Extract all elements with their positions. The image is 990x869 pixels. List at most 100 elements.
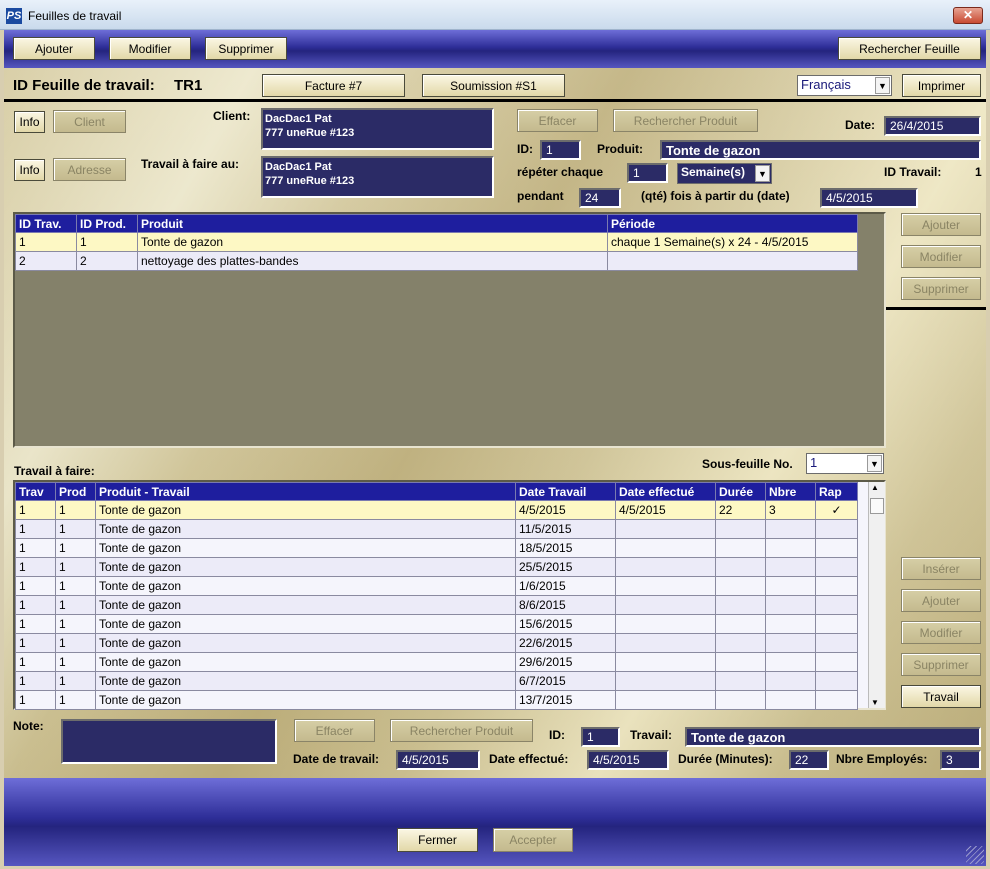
search-sheet-button[interactable]: Rechercher Feuille	[838, 37, 981, 60]
table-row[interactable]: 1 1 Tonte de gazon 15/6/2015	[15, 614, 858, 634]
table-cell: 1	[55, 614, 96, 634]
delete-sheet-button[interactable]: Supprimer	[205, 37, 287, 60]
table-cell	[765, 519, 816, 539]
insert-work-button[interactable]: Insérer	[901, 557, 981, 580]
work-table-area: Trav Prod Produit - Travail Date Travail…	[13, 480, 886, 710]
employees-field[interactable]: 3	[940, 750, 981, 770]
close-window-button[interactable]: Fermer	[397, 828, 478, 852]
table-cell: 1	[55, 690, 96, 710]
date-field[interactable]: 26/4/2015	[884, 116, 981, 136]
column-header[interactable]: Trav	[15, 482, 56, 501]
delete-job-button[interactable]: Supprimer	[901, 277, 981, 300]
work-date-field[interactable]: 4/5/2015	[396, 750, 480, 770]
table-row[interactable]: 1 1 Tonte de gazon 13/7/2015	[15, 690, 858, 710]
table-cell: 1	[55, 671, 96, 691]
delete-work-button[interactable]: Supprimer	[901, 653, 981, 676]
address-info-button[interactable]: Info	[14, 159, 45, 181]
modify-job-button[interactable]: Modifier	[901, 245, 981, 268]
duration-label: pendant	[517, 189, 564, 203]
table-cell	[607, 251, 858, 271]
clear-work-button[interactable]: Effacer	[294, 719, 375, 742]
table-row[interactable]: 1 1 Tonte de gazon 25/5/2015	[15, 557, 858, 577]
client-line-2: 777 uneRue #123	[265, 127, 355, 139]
repeat-field[interactable]: 1	[627, 163, 668, 183]
minutes-field[interactable]: 22	[789, 750, 829, 770]
column-header[interactable]: Nbre	[765, 482, 816, 501]
table-row[interactable]: 2 2 nettoyage des plattes-bandes	[15, 251, 858, 271]
table-cell: 1	[55, 500, 96, 520]
column-header[interactable]: Rap	[815, 482, 858, 501]
column-header[interactable]: Produit	[137, 214, 608, 233]
table-row[interactable]: 1 1 Tonte de gazon 1/6/2015	[15, 576, 858, 596]
table-row[interactable]: 1 1 Tonte de gazon 8/6/2015	[15, 595, 858, 615]
table-cell	[615, 519, 716, 539]
product-id-field[interactable]: 1	[540, 140, 581, 160]
table-cell: 4/5/2015	[515, 500, 616, 520]
employees-label: Nbre Employés:	[836, 752, 928, 766]
table-cell	[815, 576, 858, 596]
job-id-label: ID Travail:	[884, 165, 942, 179]
work-product-field[interactable]: Tonte de gazon	[685, 727, 981, 747]
column-header[interactable]: Durée	[715, 482, 766, 501]
table-row[interactable]: 1 1 Tonte de gazon 18/5/2015	[15, 538, 858, 558]
search-work-product-button[interactable]: Rechercher Produit	[390, 719, 533, 742]
table-cell: 13/7/2015	[515, 690, 616, 710]
table-cell: 8/6/2015	[515, 595, 616, 615]
add-work-button[interactable]: Ajouter	[901, 589, 981, 612]
table-row[interactable]: 1 1 Tonte de gazon chaque 1 Semaine(s) x…	[15, 232, 858, 252]
work-id-field[interactable]: 1	[581, 727, 620, 747]
quote-button[interactable]: Soumission #S1	[422, 74, 565, 97]
close-button[interactable]: ✕	[953, 7, 983, 24]
client-info-button[interactable]: Info	[14, 111, 45, 133]
table-row[interactable]: 1 1 Tonte de gazon 11/5/2015	[15, 519, 858, 539]
column-header[interactable]: Date Travail	[515, 482, 616, 501]
scroll-thumb[interactable]	[870, 498, 884, 514]
scroll-up-icon[interactable]: ▲	[871, 483, 879, 492]
column-header[interactable]: Période	[607, 214, 858, 233]
start-date-field[interactable]: 4/5/2015	[820, 188, 918, 208]
language-select[interactable]: Français ▼	[797, 75, 892, 96]
table-cell: Tonte de gazon	[95, 500, 516, 520]
unit-select[interactable]: Semaine(s) ▼	[677, 163, 772, 184]
column-header[interactable]: ID Prod.	[76, 214, 138, 233]
work-date-label: Date de travail:	[293, 752, 380, 766]
product-field[interactable]: Tonte de gazon	[660, 140, 981, 160]
invoice-button[interactable]: Facture #7	[262, 74, 405, 97]
address-button[interactable]: Adresse	[53, 158, 126, 181]
title-bar	[0, 0, 990, 30]
table-cell: 1	[55, 519, 96, 539]
client-button[interactable]: Client	[53, 110, 126, 133]
table-cell: 1	[15, 519, 56, 539]
note-field[interactable]	[61, 719, 277, 764]
scrollbar[interactable]: ▲ ▼	[868, 482, 885, 708]
search-product-button[interactable]: Rechercher Produit	[613, 109, 758, 132]
column-header[interactable]: Date effectué	[615, 482, 716, 501]
work-button[interactable]: Travail	[901, 685, 981, 708]
table-cell: Tonte de gazon	[95, 633, 516, 653]
table-row[interactable]: 1 1 Tonte de gazon 22/6/2015	[15, 633, 858, 653]
column-header[interactable]: ID Trav.	[15, 214, 77, 233]
add-job-button[interactable]: Ajouter	[901, 213, 981, 236]
duration-field[interactable]: 24	[579, 188, 621, 208]
resize-grip-icon[interactable]	[966, 846, 984, 864]
subsheet-select[interactable]: 1 ▼	[806, 453, 884, 474]
table-cell	[765, 538, 816, 558]
accept-button[interactable]: Accepter	[493, 828, 573, 852]
column-header[interactable]: Prod	[55, 482, 96, 501]
table-row[interactable]: 1 1 Tonte de gazon 4/5/2015 4/5/2015 22 3 ✓	[15, 500, 858, 520]
clear-product-button[interactable]: Effacer	[517, 109, 598, 132]
table-cell: Tonte de gazon	[95, 614, 516, 634]
table-row[interactable]: 1 1 Tonte de gazon 6/7/2015	[15, 671, 858, 691]
table-cell: 2	[15, 251, 77, 271]
column-header[interactable]: Produit - Travail	[95, 482, 516, 501]
table-cell	[715, 595, 766, 615]
add-sheet-button[interactable]: Ajouter	[13, 37, 95, 60]
table-cell	[815, 633, 858, 653]
print-button[interactable]: Imprimer	[902, 74, 981, 97]
table-cell: 3	[765, 500, 816, 520]
table-row[interactable]: 1 1 Tonte de gazon 29/6/2015	[15, 652, 858, 672]
scroll-down-icon[interactable]: ▼	[871, 698, 879, 707]
done-date-field[interactable]: 4/5/2015	[587, 750, 669, 770]
modify-work-button[interactable]: Modifier	[901, 621, 981, 644]
modify-sheet-button[interactable]: Modifier	[109, 37, 191, 60]
